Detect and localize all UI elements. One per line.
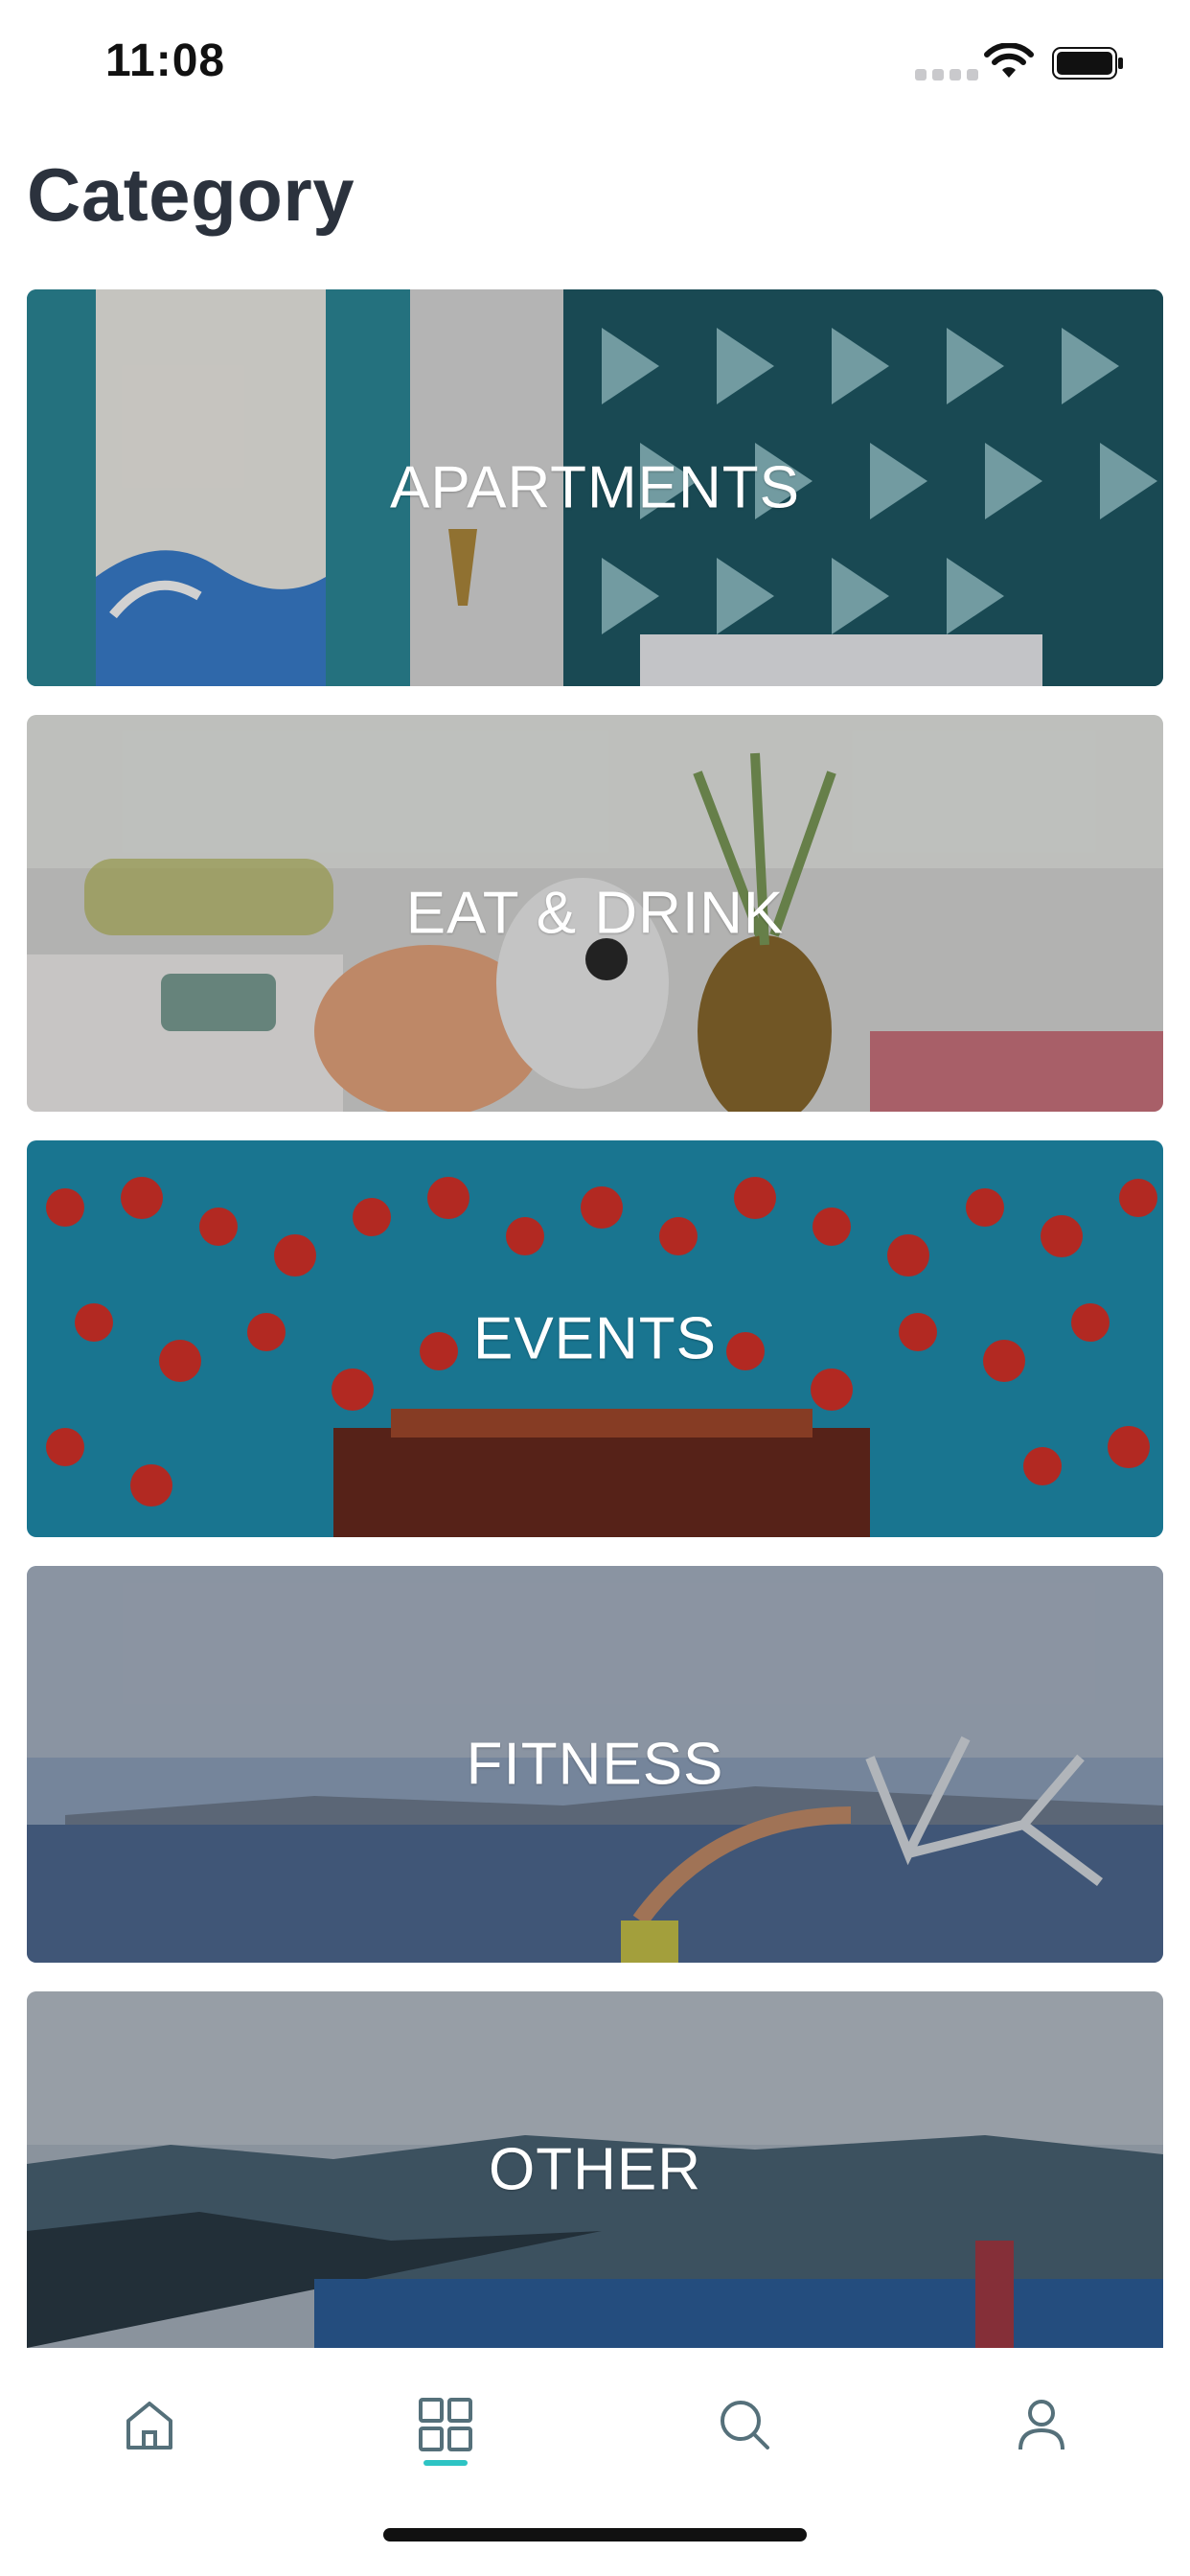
category-label: FITNESS <box>466 1731 724 1798</box>
category-label: OTHER <box>489 2136 701 2203</box>
category-label: EVENTS <box>472 1305 718 1372</box>
category-card-events[interactable]: EVENTS <box>27 1140 1163 1537</box>
category-label: APARTMENTS <box>390 454 800 521</box>
status-bar: 11:08 <box>0 0 1190 134</box>
page-title: Category <box>27 152 355 237</box>
wifi-icon <box>984 43 1034 78</box>
status-time: 11:08 <box>105 35 226 86</box>
category-card-apartments[interactable]: APARTMENTS <box>27 289 1163 686</box>
tab-profile[interactable] <box>984 2386 1099 2492</box>
category-card-other[interactable]: OTHER <box>27 1991 1163 2348</box>
home-indicator[interactable] <box>383 2528 807 2542</box>
bottom-tab-bar <box>0 2348 1190 2576</box>
active-tab-indicator <box>423 2460 468 2466</box>
grid-icon <box>419 2398 472 2451</box>
tab-search[interactable] <box>687 2386 802 2492</box>
category-card-eat-drink[interactable]: EAT & DRINK <box>27 715 1163 1112</box>
tab-category[interactable] <box>388 2386 503 2492</box>
search-icon <box>721 2401 769 2450</box>
category-label: EAT & DRINK <box>405 880 785 947</box>
battery-icon <box>1052 47 1123 80</box>
category-card-fitness[interactable]: FITNESS <box>27 1566 1163 1963</box>
cellular-signal-icon <box>915 69 978 80</box>
tab-home[interactable] <box>92 2386 207 2492</box>
home-icon <box>126 2402 172 2450</box>
profile-icon <box>1018 2400 1064 2450</box>
